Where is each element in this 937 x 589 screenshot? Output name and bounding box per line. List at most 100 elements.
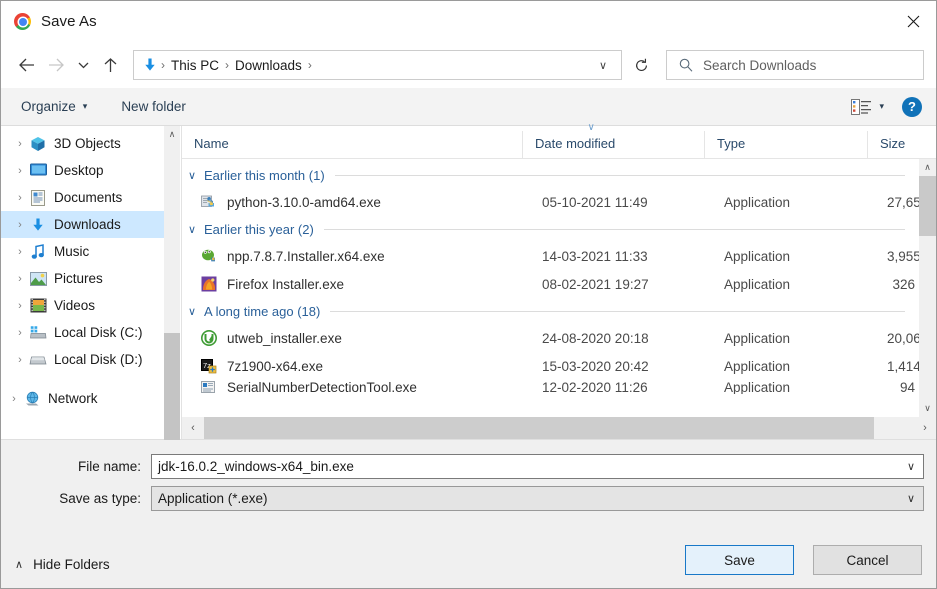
- cancel-button[interactable]: Cancel: [813, 545, 922, 575]
- close-button[interactable]: [890, 1, 936, 42]
- sidebar-item-3d-objects[interactable]: › 3D Objects: [1, 130, 164, 157]
- sidebar-item-music[interactable]: › Music: [1, 238, 164, 265]
- downloads-arrow-icon: [142, 57, 158, 73]
- chevron-down-icon[interactable]: ∨: [188, 223, 204, 236]
- chevron-right-icon[interactable]: ›: [11, 354, 29, 366]
- python-installer-icon: [200, 194, 218, 211]
- back-button[interactable]: [11, 50, 41, 80]
- sidebar-item-network[interactable]: › Network: [1, 385, 164, 412]
- scroll-up-button[interactable]: ∧: [164, 126, 180, 143]
- chevron-down-icon[interactable]: ∨: [907, 460, 923, 473]
- chevron-right-icon[interactable]: ›: [11, 138, 29, 150]
- chevron-down-icon[interactable]: ∨: [188, 305, 204, 318]
- column-header-type[interactable]: Type: [704, 131, 867, 158]
- file-list-vertical-scrollbar[interactable]: ∧ ∨: [919, 159, 936, 417]
- breadcrumb-this-pc[interactable]: This PC: [166, 58, 224, 73]
- help-button[interactable]: ?: [902, 96, 922, 117]
- breadcrumb-downloads[interactable]: Downloads: [230, 58, 307, 73]
- scroll-left-button[interactable]: ‹: [182, 422, 204, 434]
- chevron-right-icon[interactable]: ›: [11, 219, 29, 231]
- sidebar-item-downloads[interactable]: › Downloads: [1, 211, 164, 238]
- table-row[interactable]: utweb_installer.exe 24-08-2020 20:18 App…: [182, 324, 919, 352]
- table-row[interactable]: python-3.10.0-amd64.exe 05-10-2021 11:49…: [182, 188, 919, 216]
- arrow-up-icon: [104, 57, 116, 72]
- save-button[interactable]: Save: [685, 545, 794, 575]
- save-as-type-value: Application (*.exe): [158, 490, 268, 506]
- sidebar-item-local-disk-c[interactable]: › Local Disk (C:): [1, 319, 164, 346]
- chevron-down-icon: ▾: [879, 101, 884, 111]
- file-date: 12-02-2020 11:26: [542, 380, 648, 394]
- file-group-header[interactable]: ∨ Earlier this month (1): [182, 162, 919, 188]
- column-header-label: Size: [880, 136, 906, 151]
- file-list-pane: Name ∨ Date modified Type Size ∨ Earlier…: [181, 122, 936, 439]
- sidebar-item-label: Pictures: [54, 271, 103, 286]
- file-size: 27,653: [887, 194, 919, 210]
- column-header-name[interactable]: Name: [182, 131, 522, 158]
- horizontal-scroll-thumb[interactable]: [204, 417, 874, 439]
- save-as-type-dropdown[interactable]: Application (*.exe) ∨: [151, 485, 924, 511]
- sidebar-item-label: Downloads: [54, 217, 121, 232]
- table-row[interactable]: 7z 7z1900-x64.exe 15-03-2020 20:42 Appli…: [182, 352, 919, 380]
- dialog-buttons: Save Cancel: [685, 545, 922, 575]
- breadcrumb-separator-end[interactable]: ›: [307, 58, 313, 72]
- chevron-down-icon[interactable]: ∨: [188, 169, 204, 182]
- sevenzip-icon: 7z: [200, 358, 218, 375]
- hide-folders-button[interactable]: ∧ Hide Folders: [15, 557, 110, 572]
- chevron-right-icon[interactable]: ›: [11, 300, 29, 312]
- organize-button[interactable]: Organize ▾: [21, 99, 87, 114]
- recent-locations-button[interactable]: [71, 50, 95, 80]
- search-input[interactable]: Search Downloads: [703, 58, 816, 73]
- scroll-up-button[interactable]: ∧: [919, 159, 936, 176]
- sidebar-item-documents[interactable]: › Documents: [1, 184, 164, 211]
- column-header-size[interactable]: Size: [867, 131, 936, 158]
- forward-button[interactable]: [41, 50, 71, 80]
- file-scroll-track[interactable]: [919, 176, 936, 400]
- table-row[interactable]: SerialNumberDetectionTool.exe 12-02-2020…: [182, 380, 919, 394]
- chevron-right-icon[interactable]: ›: [11, 246, 29, 258]
- up-button[interactable]: [95, 50, 125, 80]
- view-options-button[interactable]: ▾: [851, 98, 884, 115]
- column-header-date-modified[interactable]: ∨ Date modified: [522, 122, 704, 158]
- search-box[interactable]: Search Downloads: [666, 50, 924, 80]
- file-list-horizontal-scrollbar[interactable]: ‹ ›: [182, 417, 936, 439]
- chevron-down-icon[interactable]: ∨: [907, 492, 923, 505]
- sidebar-item-videos[interactable]: › Videos: [1, 292, 164, 319]
- sidebar-scroll-track[interactable]: [164, 143, 180, 450]
- horizontal-scroll-track[interactable]: [204, 417, 914, 439]
- sidebar-scroll-thumb[interactable]: [164, 333, 180, 450]
- file-type: Application: [724, 330, 791, 346]
- chevron-right-icon[interactable]: ›: [11, 165, 29, 177]
- scroll-right-button[interactable]: ›: [914, 422, 936, 434]
- file-name: Firefox Installer.exe: [227, 276, 345, 292]
- chevron-right-icon[interactable]: ›: [11, 327, 29, 339]
- sidebar-item-local-disk-d[interactable]: › Local Disk (D:): [1, 346, 164, 373]
- column-header-label: Name: [194, 136, 229, 151]
- chevron-right-icon[interactable]: ›: [11, 192, 29, 204]
- scroll-down-button[interactable]: ∨: [919, 400, 936, 417]
- file-group-label: A long time ago (18): [204, 303, 321, 319]
- address-bar[interactable]: › This PC › Downloads › ∨: [133, 50, 622, 80]
- desktop-icon: [29, 163, 47, 179]
- file-name-input[interactable]: jdk-16.0.2_windows-x64_bin.exe ∨: [151, 453, 924, 479]
- table-row[interactable]: Firefox Installer.exe 08-02-2021 19:27 A…: [182, 270, 919, 298]
- sidebar-item-label: Documents: [54, 190, 123, 205]
- file-rows-region: ∨ Earlier this month (1) python-3.10.0-a…: [182, 159, 936, 417]
- refresh-button[interactable]: [626, 50, 656, 80]
- sidebar-item-desktop[interactable]: › Desktop: [1, 157, 164, 184]
- new-folder-button[interactable]: New folder: [121, 99, 186, 114]
- address-dropdown-icon[interactable]: ∨: [591, 59, 615, 72]
- hide-folders-label: Hide Folders: [33, 557, 110, 572]
- sidebar-scrollbar[interactable]: ∧ ∨: [164, 126, 181, 450]
- file-group-header[interactable]: ∨ A long time ago (18): [182, 298, 919, 324]
- sidebar-item-pictures[interactable]: › Pictures: [1, 265, 164, 292]
- chevron-down-icon: ▾: [82, 101, 88, 111]
- chevron-right-icon[interactable]: ›: [5, 393, 23, 405]
- column-header-label: Date modified: [535, 136, 616, 151]
- file-date: 05-10-2021 11:49: [542, 194, 648, 210]
- chevron-right-icon[interactable]: ›: [11, 273, 29, 285]
- file-group-header[interactable]: ∨ Earlier this year (2): [182, 216, 919, 242]
- pictures-icon: [29, 271, 47, 287]
- file-scroll-thumb[interactable]: [919, 176, 936, 236]
- network-icon: [23, 391, 41, 407]
- table-row[interactable]: npp.7.8.7.Installer.x64.exe 14-03-2021 1…: [182, 242, 919, 270]
